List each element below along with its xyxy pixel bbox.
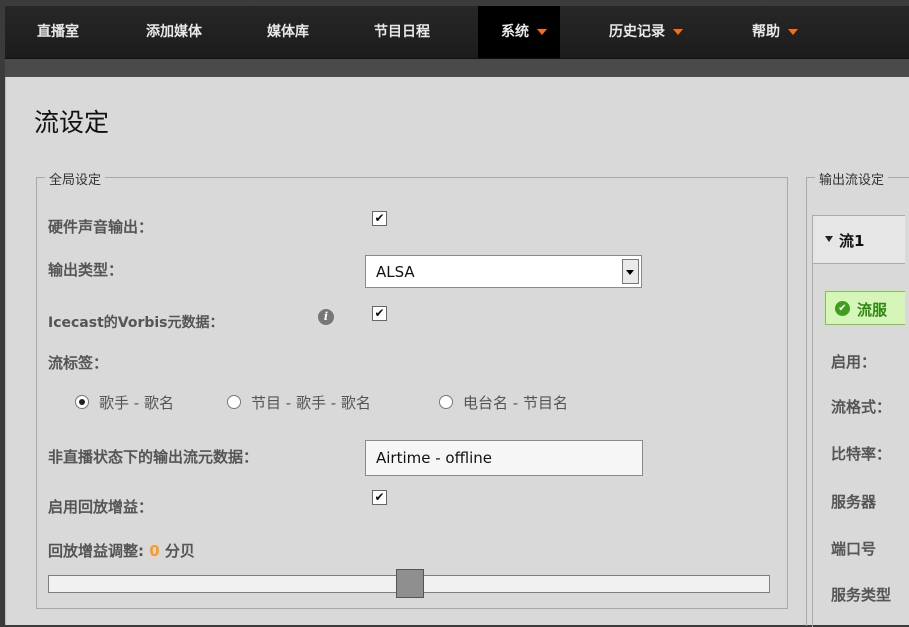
fieldset-legend: 输出流设定 <box>815 169 889 188</box>
output-type-value: ALSA <box>376 263 415 281</box>
replay-gain-checkbox[interactable]: ✔ <box>372 490 387 505</box>
server-label: 服务器 <box>831 493 877 511</box>
offline-metadata-input[interactable] <box>365 440 643 476</box>
radio-label: 电台名 - 节目名 <box>463 394 568 412</box>
nav-item-system[interactable]: 系统 <box>478 6 560 58</box>
nav-item-live[interactable]: 直播室 <box>25 6 91 58</box>
top-nav: 直播室 添加媒体 媒体库 节目日程 系统 历史记录 帮助 <box>5 6 909 59</box>
fieldset-legend: 全局设定 <box>45 169 106 188</box>
info-icon[interactable]: i <box>318 309 334 325</box>
icecast-vorbis-label: Icecast的Vorbis元数据： <box>48 315 224 331</box>
chevron-down-icon <box>537 29 547 35</box>
hardware-output-label: 硬件声音输出： <box>48 218 154 236</box>
icecast-vorbis-checkbox[interactable]: ✔ <box>372 306 387 321</box>
page-title: 流设定 <box>34 108 110 137</box>
enable-label: 启用： <box>831 353 877 371</box>
stream-label-label: 流标签： <box>48 354 109 372</box>
radio-label: 歌手 - 歌名 <box>99 394 174 412</box>
port-label: 端口号 <box>831 540 877 558</box>
nav-item-label: 添加媒体 <box>146 24 202 40</box>
stream-1-panel: 流1 ✔ 流服 启用： 流格式： 比特率： 服务器 端口号 服务类型 <box>812 215 905 627</box>
replay-gain-unit: 分贝 <box>164 542 195 560</box>
output-type-select[interactable]: ALSA <box>365 255 642 288</box>
nav-item-label: 历史记录 <box>609 24 665 40</box>
replay-gain-slider-handle[interactable] <box>396 569 424 598</box>
chevron-down-icon <box>788 29 798 35</box>
nav-item-label: 系统 <box>501 24 529 40</box>
stream-status-text: 流服 <box>857 301 888 319</box>
offline-metadata-label: 非直播状态下的输出流元数据： <box>48 448 259 466</box>
nav-item-label: 直播室 <box>37 24 79 40</box>
nav-item-history[interactable]: 历史记录 <box>597 6 695 58</box>
nav-item-help[interactable]: 帮助 <box>740 6 810 58</box>
hardware-output-checkbox[interactable]: ✔ <box>372 211 387 226</box>
replay-gain-value: 0 <box>149 542 160 560</box>
stream-1-header[interactable]: 流1 <box>813 216 905 264</box>
nav-item-library[interactable]: 媒体库 <box>255 6 321 58</box>
nav-item-schedule[interactable]: 节目日程 <box>362 6 442 58</box>
nav-underbar <box>5 59 909 77</box>
check-circle-icon: ✔ <box>835 301 850 316</box>
replay-gain-adjust-label: 回放增益调整: <box>48 542 144 560</box>
bitrate-label: 比特率： <box>831 445 892 463</box>
nav-item-label: 媒体库 <box>267 24 309 40</box>
stream-title: 流1 <box>839 232 865 250</box>
stream-label-radio-artist-title[interactable] <box>75 395 89 409</box>
replay-gain-adjust-row: 回放增益调整: 0 分贝 <box>48 540 195 561</box>
chevron-down-icon[interactable] <box>622 259 639 284</box>
stream-format-label: 流格式： <box>831 398 892 416</box>
stream-label-radio-show-artist-title[interactable] <box>227 395 241 409</box>
chevron-down-icon <box>673 29 683 35</box>
replay-gain-label: 启用回放增益： <box>48 498 154 516</box>
service-type-label: 服务类型 <box>831 586 892 604</box>
nav-item-label: 帮助 <box>752 24 780 40</box>
nav-item-label: 节目日程 <box>374 24 430 40</box>
stream-label-radio-station-show[interactable] <box>439 395 453 409</box>
stream-status-box: ✔ 流服 <box>825 291 905 325</box>
nav-item-add-media[interactable]: 添加媒体 <box>134 6 214 58</box>
radio-label: 节目 - 歌手 - 歌名 <box>251 394 371 412</box>
collapse-triangle-icon <box>825 236 833 242</box>
output-type-label: 输出类型： <box>48 261 124 279</box>
